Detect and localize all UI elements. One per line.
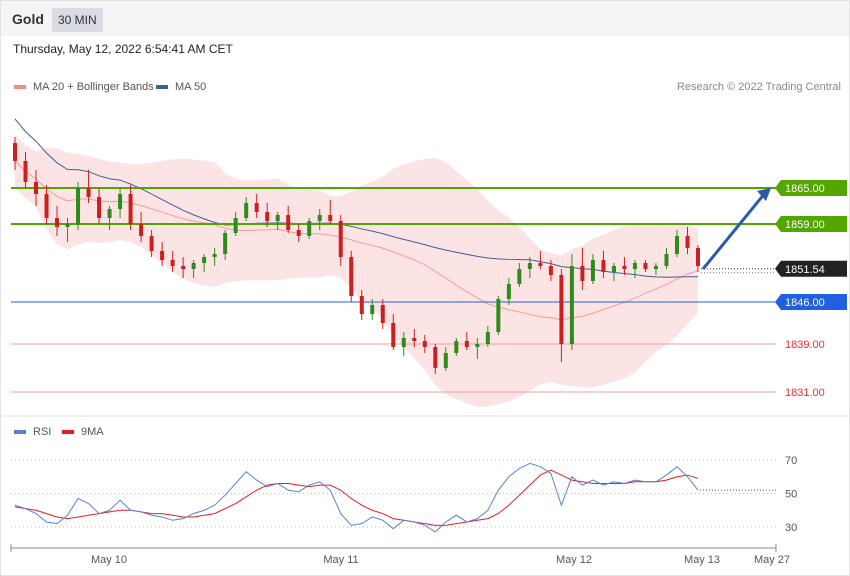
candle-body	[506, 284, 511, 299]
rsi-9ma-line	[14, 469, 699, 526]
candle-body	[643, 263, 648, 269]
candle-body	[149, 236, 154, 251]
candle-body	[275, 215, 280, 221]
bollinger-band-group	[14, 118, 699, 407]
x-tick-label: May 11	[323, 554, 358, 566]
candle-body	[601, 260, 606, 272]
candle-body	[653, 266, 658, 269]
candle-body	[307, 221, 312, 236]
candle-body	[527, 263, 532, 269]
candle-body	[118, 194, 123, 209]
legend-group: MA 20 + Bollinger Bands MA 50 Research © 2…	[14, 81, 841, 93]
candle-body	[664, 254, 669, 266]
candle-body	[412, 338, 417, 341]
candle-body	[464, 341, 469, 347]
candle-body	[538, 263, 543, 266]
candle-body	[244, 203, 249, 218]
price-tag-label: 1865.00	[785, 183, 825, 195]
candle-body	[212, 254, 217, 257]
candle-body	[254, 203, 259, 212]
candle-body	[86, 188, 91, 197]
rsi-legend-label: 9MA	[81, 426, 104, 438]
candle-body	[317, 215, 322, 221]
rsi-tick-label: 70	[785, 455, 797, 467]
chart-canvas: 1865.00 1859.00 1851.54 1846.00 1839.00 1831.…	[1, 81, 849, 566]
rsi-legend-swatch	[14, 430, 26, 434]
candle-body	[202, 257, 207, 263]
price-tag-label: 1846.00	[785, 297, 825, 309]
candle-body	[422, 341, 427, 347]
price-tag-label: 1839.00	[785, 339, 825, 351]
candle-body	[485, 332, 490, 344]
price-tag-label: 1851.54	[785, 264, 825, 276]
candle-body	[328, 215, 333, 221]
candle-body	[443, 353, 448, 368]
candle-body	[34, 182, 39, 194]
candle-body	[128, 194, 133, 224]
candle-body	[433, 347, 438, 368]
candle-body	[265, 212, 270, 221]
candle-body	[223, 233, 228, 254]
x-axis: May 10 May 11 May 12 May 13 May 27	[10, 544, 790, 566]
candle-body	[370, 305, 375, 314]
price-tag-label: 1831.00	[785, 387, 825, 399]
candle-body	[286, 215, 291, 230]
candle-body	[170, 260, 175, 266]
legend-label: MA 50	[175, 81, 206, 93]
candle-body	[391, 323, 396, 347]
credit-label: Research © 2022 Trading Central	[677, 81, 841, 93]
candle-body	[517, 269, 522, 284]
rsi-panel: RSI 9MA 30 50 70	[11, 426, 797, 534]
candle-body	[580, 266, 585, 281]
x-tick-label: May 10	[91, 554, 127, 566]
candle-body	[622, 266, 627, 269]
candle-body	[55, 218, 60, 227]
x-tick-label: May 13	[684, 554, 720, 566]
rsi-legend-label: RSI	[33, 426, 51, 438]
candle-body	[23, 161, 28, 182]
candle-body	[611, 266, 616, 272]
price-tag-label: 1859.00	[785, 219, 825, 231]
candle-body	[590, 260, 595, 281]
candle-body	[359, 296, 364, 314]
rsi-tick-label: 50	[785, 489, 797, 501]
candle-body	[569, 266, 574, 344]
candle-body	[233, 218, 238, 233]
candle-body	[685, 236, 690, 248]
price-tags-group: 1865.00 1859.00 1851.54 1846.00 1839.00 1831.…	[775, 180, 847, 399]
candle-body	[696, 248, 700, 266]
bollinger-band-area	[15, 134, 698, 407]
rsi-legend-swatch	[62, 430, 74, 434]
candle-body	[632, 263, 637, 269]
candle-body	[296, 230, 301, 236]
candle-body	[76, 188, 81, 224]
candle-body	[44, 194, 49, 218]
candle-body	[181, 266, 186, 269]
legend-swatch	[14, 85, 26, 89]
legend-swatch	[156, 85, 168, 89]
candle-body	[338, 221, 343, 257]
candle-body	[349, 257, 354, 296]
x-tick-label: May 12	[556, 554, 592, 566]
candle-body	[559, 275, 564, 344]
candle-body	[496, 299, 501, 332]
candle-body	[191, 263, 196, 269]
candle-body	[401, 338, 406, 347]
candle-body	[160, 251, 165, 260]
candle-body	[380, 305, 385, 323]
rsi-line	[14, 462, 699, 533]
candle-body	[107, 209, 112, 218]
candle-body	[454, 341, 459, 353]
projection-arrow-line	[701, 192, 767, 270]
candle-body	[548, 266, 553, 275]
candle-body	[475, 344, 480, 347]
legend-label: MA 20 + Bollinger Bands	[33, 81, 154, 93]
candle-body	[13, 143, 17, 161]
candle-body	[65, 224, 70, 227]
rsi-tick-label: 30	[785, 522, 797, 534]
candle-body	[674, 236, 679, 254]
candle-body	[97, 197, 102, 218]
candle-body	[139, 224, 144, 236]
x-tick-label: May 27	[754, 554, 790, 566]
